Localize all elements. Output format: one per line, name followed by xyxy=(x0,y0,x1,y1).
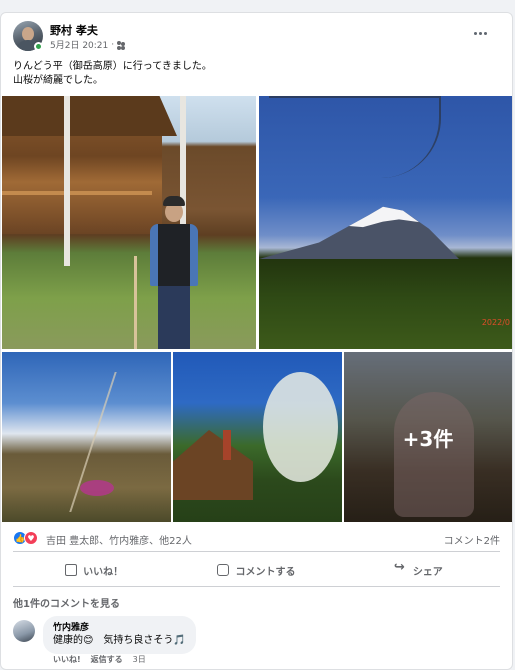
post-header: 野村 孝夫 5月2日 20:21 · xyxy=(13,21,502,55)
comment-like-link[interactable]: いいね! xyxy=(53,654,81,665)
friends-icon xyxy=(117,40,126,49)
online-status-icon xyxy=(34,42,43,51)
thumbs-up-icon xyxy=(65,564,78,576)
love-reaction-icon: ♥ xyxy=(24,531,38,545)
dot-icon xyxy=(473,31,477,35)
comment-count[interactable]: コメント2件 xyxy=(444,532,500,547)
more-photos-count[interactable]: +3件 xyxy=(344,352,512,522)
author-name[interactable]: 野村 孝夫 xyxy=(50,22,98,38)
mountain-shape xyxy=(259,206,459,259)
comment-item: 竹内雅彦 健康的😊 気持ち良さそう🎵 いいね! 返信する 3日 xyxy=(13,616,313,668)
share-button[interactable]: シェア xyxy=(338,556,500,584)
man-cap xyxy=(163,196,185,206)
man-vest xyxy=(158,224,190,286)
post-text-line: りんどう平（御岳高原）に行ってきました。 xyxy=(13,61,212,72)
dot-icon xyxy=(478,31,482,35)
share-label: シェア xyxy=(412,566,443,578)
photo-snowy-mountain[interactable]: 2022/0 xyxy=(259,96,512,349)
cabin-roof-shape xyxy=(2,96,177,136)
divider xyxy=(13,586,500,587)
more-options-button[interactable] xyxy=(468,25,492,41)
branch-shape xyxy=(269,96,441,178)
view-more-comments-link[interactable]: 他1件のコメントを見る xyxy=(13,595,120,610)
reaction-icons[interactable]: 👍 ♥ xyxy=(13,531,41,545)
dot-icon xyxy=(483,31,487,35)
photo-grid: 2022/0 +3件 xyxy=(2,96,512,522)
commenter-name[interactable]: 竹内雅彦 xyxy=(53,622,186,634)
photo-man-at-cabin[interactable] xyxy=(2,96,256,349)
share-arrow-icon xyxy=(394,560,407,576)
reactions-bar: 👍 ♥ 吉田 豊太郎、竹内雅彦、他22人 コメント2件 xyxy=(13,529,500,547)
lodge-shape xyxy=(173,430,253,500)
comment-reply-link[interactable]: 返信する xyxy=(91,654,123,665)
divider xyxy=(13,551,500,552)
comment-button[interactable]: コメントする xyxy=(175,556,337,584)
walking-stick-shape xyxy=(134,256,137,349)
post-card: 野村 孝夫 5月2日 20:21 · りんどう平（御岳高原）に行ってきました。 … xyxy=(0,12,513,670)
post-text: りんどう平（御岳高原）に行ってきました。 山桜が綺麗でした。 xyxy=(13,60,212,88)
action-bar: いいね！ コメントする シェア xyxy=(13,556,500,584)
commenter-avatar[interactable] xyxy=(13,620,35,642)
comment-bubble-icon xyxy=(217,564,230,576)
comment-bubble: 竹内雅彦 健康的😊 気持ち良さそう🎵 xyxy=(43,616,196,654)
photo-date-stamp: 2022/0 xyxy=(481,318,510,327)
photo-grass-azalea[interactable] xyxy=(2,352,171,522)
comment-label: コメントする xyxy=(235,566,296,578)
chimney-shape xyxy=(223,430,231,460)
cherry-blossom-shape xyxy=(263,372,338,482)
photo-more[interactable]: +3件 xyxy=(344,352,512,522)
comment-text: 健康的😊 気持ち良さそう🎵 xyxy=(53,635,186,646)
meta-separator: · xyxy=(111,39,115,50)
balcony-rail-shape xyxy=(2,191,152,195)
birch-trunk-shape xyxy=(64,96,70,266)
post-text-line: 山桜が綺麗でした。 xyxy=(13,75,103,86)
avatar-face xyxy=(22,27,34,41)
comment-time[interactable]: 3日 xyxy=(133,654,146,665)
man-figure xyxy=(150,196,200,349)
post-date[interactable]: 5月2日 20:21 xyxy=(50,38,108,51)
man-legs xyxy=(158,286,190,349)
like-button[interactable]: いいね！ xyxy=(13,556,175,584)
comment-actions: いいね! 返信する 3日 xyxy=(53,654,146,665)
post-meta: 5月2日 20:21 · xyxy=(50,38,126,51)
reaction-names[interactable]: 吉田 豊太郎、竹内雅彦、他22人 xyxy=(46,532,192,547)
azalea-shape xyxy=(80,480,114,496)
like-label: いいね！ xyxy=(83,566,124,578)
photo-log-lodge-cherry[interactable] xyxy=(173,352,342,522)
